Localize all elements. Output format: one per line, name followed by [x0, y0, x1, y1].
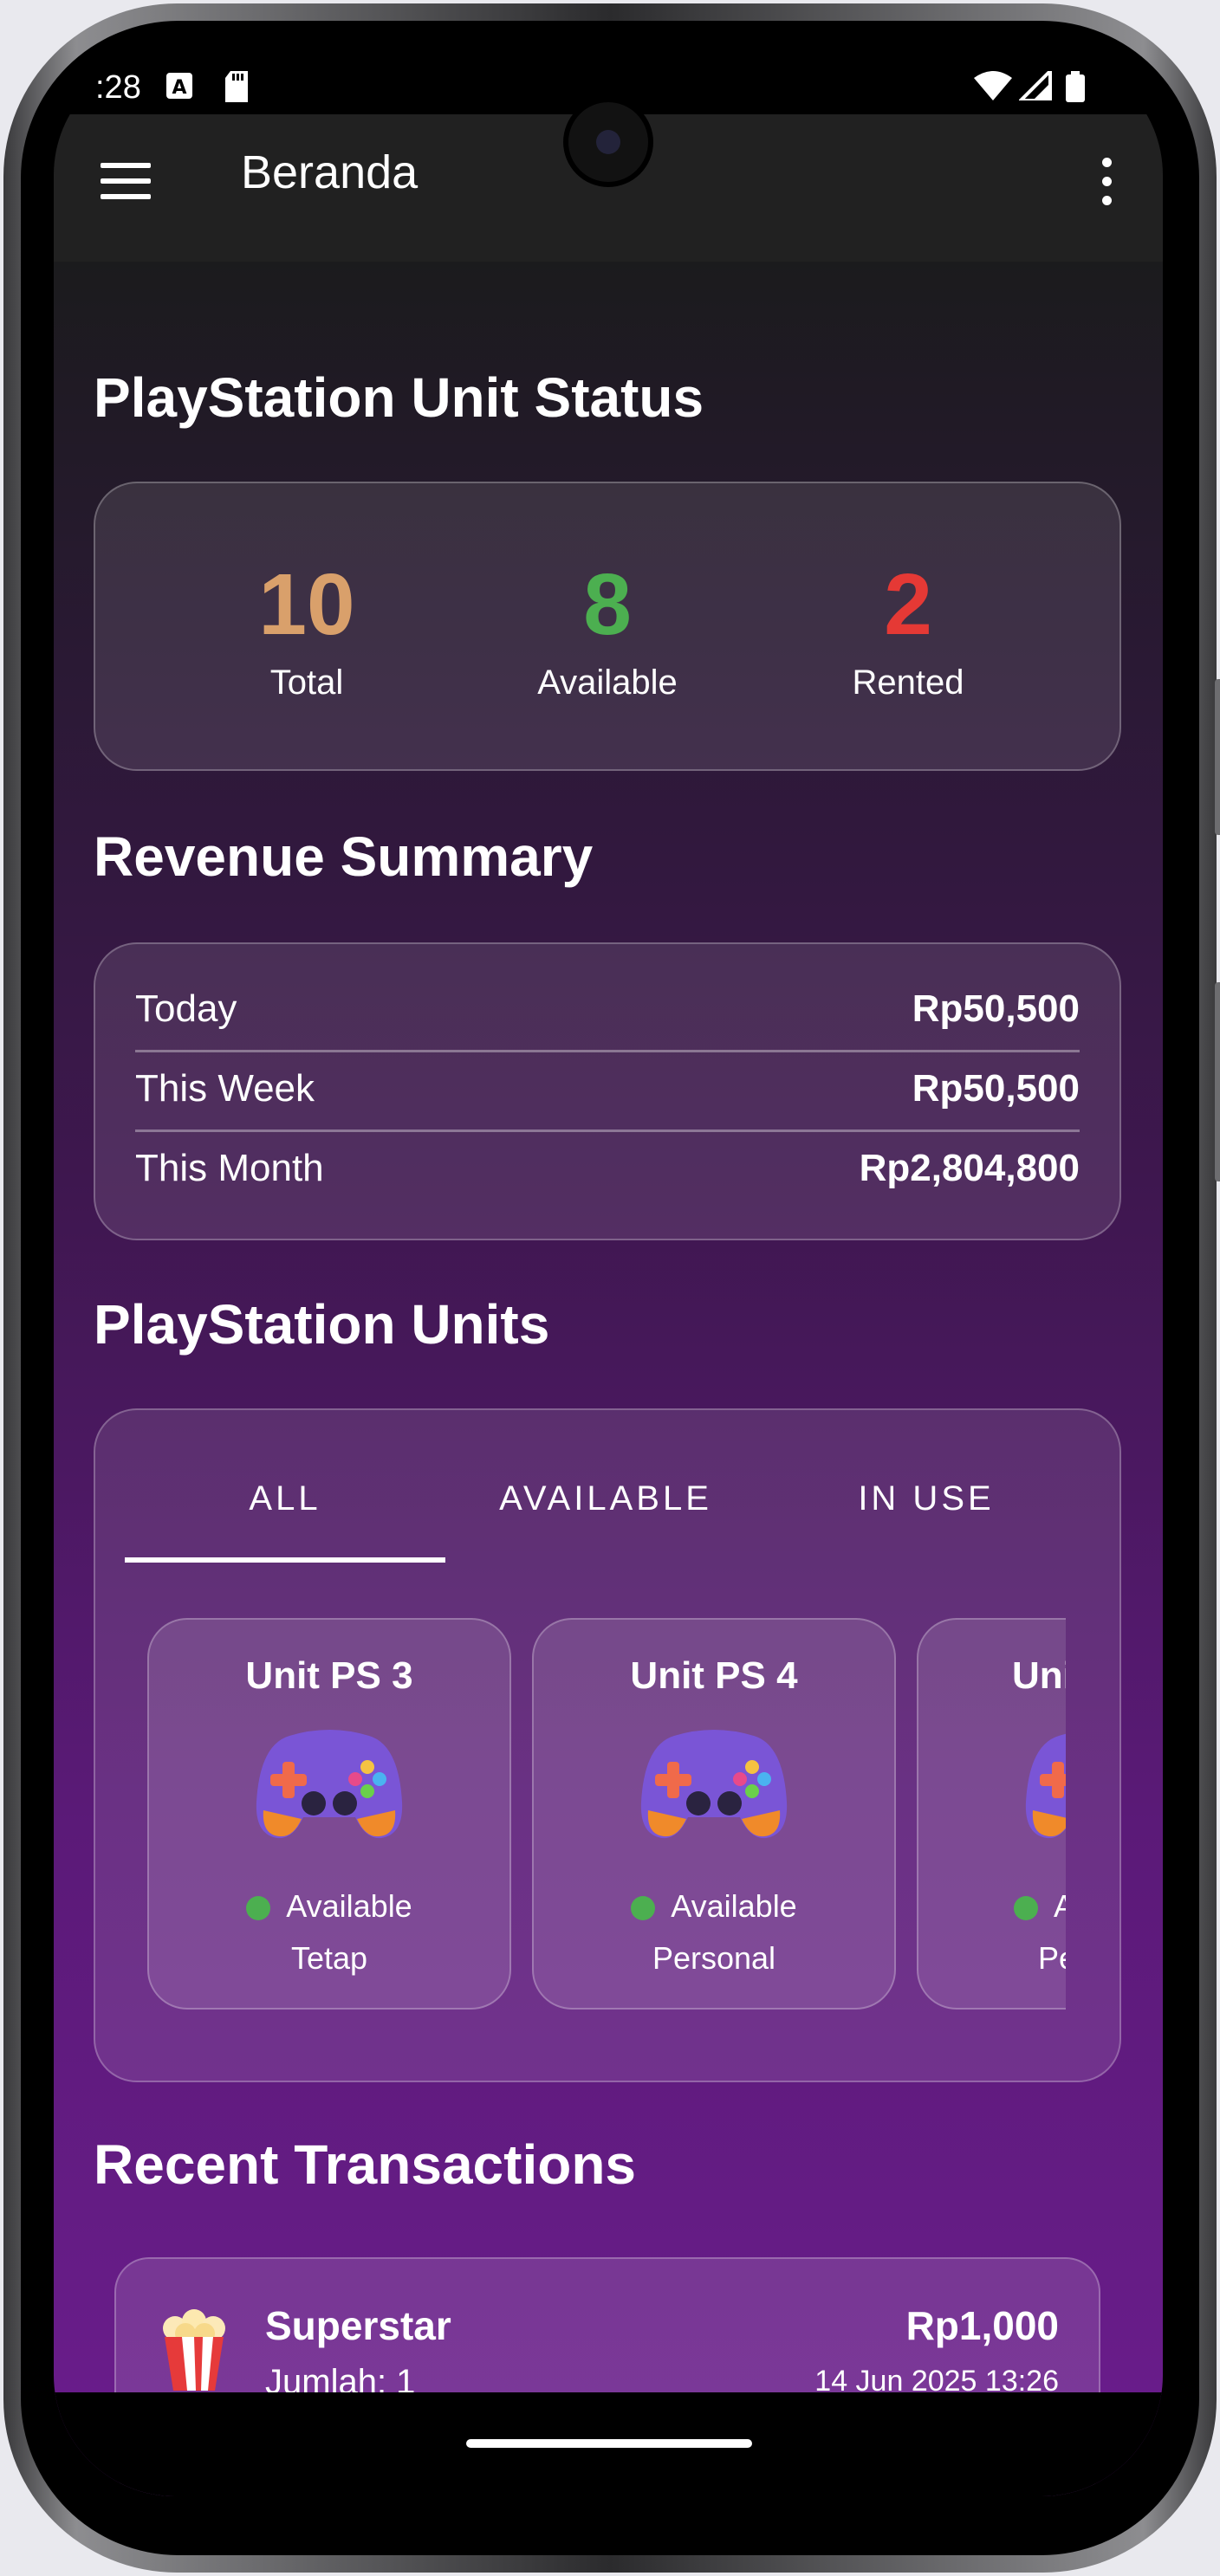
- unit-card[interactable]: Unit PS 4 Available Personal: [532, 1618, 896, 2010]
- unit-status-label: Av: [1054, 1888, 1066, 1924]
- stat-total-label: Total: [269, 663, 344, 702]
- accessibility-icon: A: [166, 73, 192, 99]
- revenue-value: Rp50,500: [912, 987, 1080, 1030]
- page-title: Beranda: [241, 146, 419, 198]
- sd-card-icon: [225, 71, 248, 102]
- tab-indicator: [125, 1557, 445, 1563]
- signal-icon: [1019, 71, 1052, 100]
- wifi-icon: [974, 71, 1012, 100]
- unit-type: Pers: [1038, 1940, 1066, 1976]
- unit-name: Unit: [1012, 1654, 1066, 1697]
- transaction-name: Superstar: [265, 2303, 451, 2348]
- unit-status-card: 10 Total 8 Available 2 Rented: [94, 482, 1121, 771]
- unit-list[interactable]: Unit PS 3 Available Tetap Unit PS 4 Avai…: [147, 1618, 1066, 2016]
- status-dot-icon: [246, 1896, 271, 1920]
- stat-rented-value: 2: [884, 556, 932, 653]
- unit-status-label: Available: [671, 1888, 797, 1924]
- revenue-label: This Month: [135, 1147, 324, 1189]
- tab-available[interactable]: AVAILABLE: [445, 1479, 766, 1518]
- stat-rented-label: Rented: [852, 663, 964, 702]
- stat-total-value: 10: [258, 556, 355, 653]
- unit-card[interactable]: Unit PS 3 Available Tetap: [147, 1618, 511, 2010]
- status-dot-icon: [1014, 1896, 1038, 1920]
- revenue-row-month: This Month Rp2,804,800: [135, 1121, 1080, 1199]
- unit-type: Tetap: [290, 1940, 368, 1976]
- revenue-label: This Week: [135, 1067, 315, 1110]
- unit-status: Available: [534, 1888, 894, 1925]
- unit-status: Available: [149, 1888, 509, 1925]
- home-indicator[interactable]: [466, 2439, 752, 2448]
- more-options-icon[interactable]: [1093, 158, 1119, 210]
- power-button: [1215, 982, 1220, 1181]
- revenue-title: Revenue Summary: [94, 825, 594, 888]
- stat-total: 10 Total: [177, 561, 437, 702]
- unit-status-title: PlayStation Unit Status: [94, 366, 704, 429]
- tab-all[interactable]: ALL: [125, 1479, 445, 1518]
- hamburger-menu-icon[interactable]: [101, 163, 152, 201]
- transactions-title: Recent Transactions: [94, 2133, 636, 2196]
- status-time: :28: [95, 69, 141, 106]
- unit-status-label: Available: [286, 1888, 412, 1924]
- svg-text:A: A: [172, 77, 186, 99]
- units-title: PlayStation Units: [94, 1293, 550, 1356]
- gamepad-icon: [256, 1730, 403, 1839]
- unit-card[interactable]: Unit Av Pers: [917, 1618, 1066, 2010]
- stat-available-label: Available: [537, 663, 678, 702]
- revenue-value: Rp50,500: [912, 1067, 1080, 1110]
- front-camera: [568, 102, 648, 182]
- gamepad-icon: [1025, 1733, 1066, 1839]
- tab-in-use[interactable]: IN USE: [766, 1479, 1087, 1518]
- units-card: ALL AVAILABLE IN USE Unit PS 3 Available…: [94, 1408, 1121, 2082]
- stat-available: 8 Available: [477, 561, 737, 702]
- unit-name: Unit PS 3: [245, 1654, 413, 1697]
- unit-name: Unit PS 4: [630, 1654, 798, 1697]
- battery-icon: [1066, 71, 1085, 102]
- volume-button: [1215, 679, 1220, 835]
- screen: :28 A Beranda PlayStation Unit Status 10…: [54, 54, 1163, 2496]
- stat-available-value: 8: [583, 556, 632, 653]
- revenue-row-today: Today Rp50,500: [135, 961, 1080, 1039]
- stat-rented: 2 Rented: [778, 561, 1038, 702]
- revenue-label: Today: [135, 987, 237, 1030]
- unit-type: Personal: [652, 1940, 776, 1976]
- main-content: PlayStation Unit Status 10 Total 8 Avail…: [54, 262, 1163, 2496]
- revenue-value: Rp2,804,800: [859, 1147, 1080, 1189]
- revenue-row-week: This Week Rp50,500: [135, 1041, 1080, 1119]
- unit-status: Av: [1014, 1888, 1066, 1925]
- revenue-card: Today Rp50,500 This Week Rp50,500 This M…: [94, 942, 1121, 1240]
- status-dot-icon: [631, 1896, 656, 1920]
- popcorn-icon: [163, 2309, 225, 2391]
- transaction-amount: Rp1,000: [905, 2303, 1059, 2348]
- gamepad-icon: [640, 1730, 788, 1839]
